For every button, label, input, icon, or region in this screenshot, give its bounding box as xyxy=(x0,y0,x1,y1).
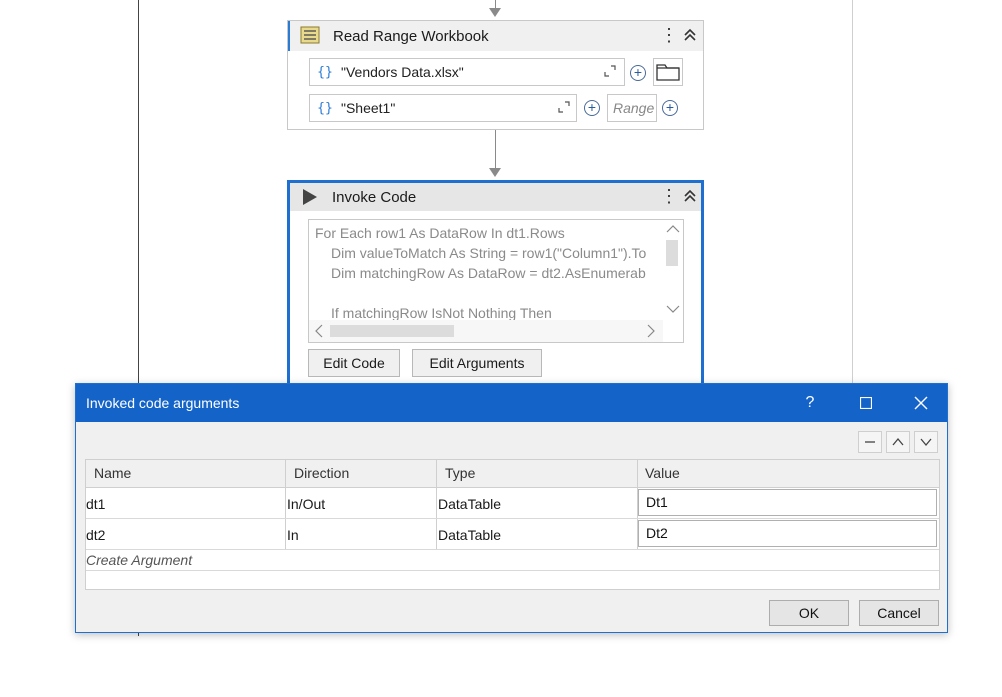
more-options-icon[interactable]: ⋮ xyxy=(660,187,678,205)
code-line: If matchingRow IsNot Nothing Then xyxy=(331,305,552,321)
range-placeholder: Range xyxy=(613,100,655,116)
invoked-code-arguments-dialog[interactable]: Invoked code arguments ? Name Direction … xyxy=(75,383,948,633)
arguments-grid[interactable]: Name Direction Type Value dt1 In/Out Dat… xyxy=(85,459,940,590)
close-button[interactable] xyxy=(906,390,936,416)
vertical-scrollbar[interactable] xyxy=(663,220,683,320)
argument-name[interactable]: dt2 xyxy=(86,527,105,543)
edit-code-button[interactable]: Edit Code xyxy=(308,349,400,377)
connector-middle xyxy=(495,130,496,168)
activity-title: Read Range Workbook xyxy=(333,28,489,45)
invoke-code-activity[interactable]: Invoke Code ⋮ For Each row1 As DataRow I… xyxy=(287,180,704,390)
argument-direction[interactable]: In xyxy=(287,527,299,543)
scrollbar-thumb[interactable] xyxy=(330,325,454,337)
code-line: For Each row1 As DataRow In dt1.Rows xyxy=(315,225,565,241)
expand-editor-icon[interactable] xyxy=(604,65,616,80)
maximize-icon xyxy=(859,396,873,410)
edit-arguments-button[interactable]: Edit Arguments xyxy=(412,349,542,377)
expand-editor-icon[interactable] xyxy=(558,101,570,116)
create-argument-row[interactable]: Create Argument xyxy=(86,552,192,568)
collapse-icon[interactable] xyxy=(683,28,697,45)
expression-braces-icon: {} xyxy=(317,64,333,80)
folder-icon xyxy=(656,64,680,81)
minus-icon xyxy=(865,441,875,443)
chevron-up-icon xyxy=(892,437,904,446)
ok-button[interactable]: OK xyxy=(769,600,849,626)
column-header-direction[interactable]: Direction xyxy=(294,465,349,481)
column-header-type[interactable]: Type xyxy=(445,465,475,481)
scroll-left-icon[interactable] xyxy=(314,324,324,338)
code-line: Dim matchingRow As DataRow = dt2.AsEnume… xyxy=(331,265,646,281)
activity-header[interactable]: Read Range Workbook ⋮ xyxy=(288,21,703,51)
browse-folder-button[interactable] xyxy=(653,58,683,86)
collapse-icon[interactable] xyxy=(683,189,697,206)
help-button[interactable]: ? xyxy=(795,390,825,416)
workbook-path-value: "Vendors Data.xlsx" xyxy=(341,64,464,80)
sheet-name-field[interactable]: {} "Sheet1" xyxy=(309,94,577,122)
column-divider xyxy=(436,460,437,549)
argument-name[interactable]: dt1 xyxy=(86,496,105,512)
excel-icon xyxy=(300,26,320,49)
activity-title: Invoke Code xyxy=(332,189,417,206)
workbook-path-field[interactable]: {} "Vendors Data.xlsx" xyxy=(309,58,625,86)
argument-type[interactable]: DataTable xyxy=(438,527,501,543)
add-workbook-icon[interactable]: + xyxy=(630,65,646,81)
horizontal-scrollbar[interactable] xyxy=(309,320,663,342)
cancel-button[interactable]: Cancel xyxy=(859,600,939,626)
row-divider xyxy=(86,549,939,550)
scroll-down-icon[interactable] xyxy=(666,304,680,314)
arrowhead-top xyxy=(489,8,501,17)
dialog-title-bar[interactable]: Invoked code arguments ? xyxy=(76,384,947,422)
add-sheet-icon[interactable]: + xyxy=(584,100,600,116)
canvas-right-border xyxy=(852,0,853,384)
sheet-name-value: "Sheet1" xyxy=(341,100,396,116)
column-header-value[interactable]: Value xyxy=(645,465,680,481)
move-up-button[interactable] xyxy=(886,431,910,453)
expression-braces-icon: {} xyxy=(317,100,333,116)
maximize-button[interactable] xyxy=(851,390,881,416)
connector-top xyxy=(495,0,496,8)
argument-direction[interactable]: In/Out xyxy=(287,496,325,512)
code-line: Dim valueToMatch As String = row1("Colum… xyxy=(331,245,647,261)
range-field[interactable]: Range xyxy=(607,94,657,122)
read-range-workbook-activity[interactable]: Read Range Workbook ⋮ {} "Vendors Data.x… xyxy=(287,20,704,130)
scroll-right-icon[interactable] xyxy=(646,324,656,338)
scrollbar-thumb[interactable] xyxy=(666,240,678,266)
row-divider xyxy=(86,570,939,571)
code-preview[interactable]: For Each row1 As DataRow In dt1.Rows Dim… xyxy=(308,219,684,343)
dialog-title: Invoked code arguments xyxy=(86,395,240,411)
remove-argument-button[interactable] xyxy=(858,431,882,453)
argument-value-input[interactable]: Dt2 xyxy=(638,520,937,547)
grid-header xyxy=(86,460,939,488)
arrowhead-middle xyxy=(489,168,501,177)
close-icon xyxy=(914,396,928,410)
argument-value-input[interactable]: Dt1 xyxy=(638,489,937,516)
scroll-up-icon[interactable] xyxy=(666,224,680,234)
chevron-down-icon xyxy=(920,438,932,447)
column-header-name[interactable]: Name xyxy=(94,465,131,481)
more-options-icon[interactable]: ⋮ xyxy=(660,26,678,44)
move-down-button[interactable] xyxy=(914,431,938,453)
add-range-icon[interactable]: + xyxy=(662,100,678,116)
activity-header[interactable]: Invoke Code ⋮ xyxy=(290,183,701,211)
play-icon xyxy=(302,188,318,211)
column-divider xyxy=(285,460,286,549)
argument-type[interactable]: DataTable xyxy=(438,496,501,512)
row-divider xyxy=(86,518,939,519)
